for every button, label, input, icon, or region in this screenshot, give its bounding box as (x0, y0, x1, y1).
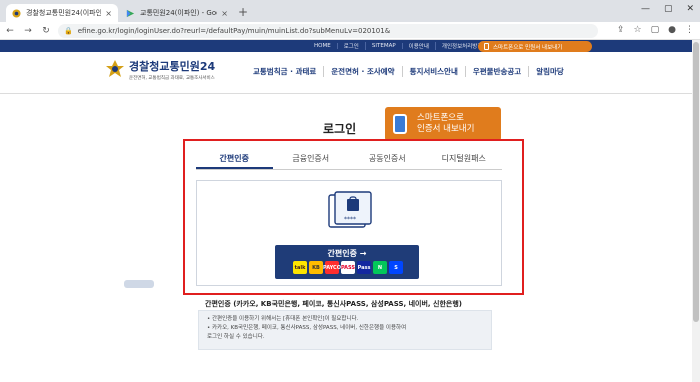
tab-simple-auth[interactable]: 간편인증 (196, 152, 273, 169)
login-method-tabs: 간편인증 금융인증서 공동인증서 디지털원패스 (196, 152, 502, 170)
tab-financial-cert[interactable]: 금융인증서 (273, 152, 350, 169)
nav-notification[interactable]: 통지서비스안내 (401, 66, 465, 77)
smartphone-export-banner[interactable]: 스마트폰으로 인증서 내보내기 (385, 107, 501, 141)
lock-icon[interactable]: 🔒 (64, 27, 73, 35)
site-logo[interactable]: 경찰청교통민원24 운전면허, 교통범칙금 과태료, 교통조사서비스 (105, 58, 215, 81)
url-text: efine.go.kr/login/loginUser.do?reurl=/de… (77, 27, 391, 35)
util-smartphone-export-button[interactable]: 스마트폰으로 민원서 내보내기 (478, 41, 592, 52)
share-icon[interactable]: ⇪ (617, 25, 625, 35)
reload-icon[interactable]: ↻ (38, 26, 54, 36)
page-title: 로그인 (323, 122, 357, 136)
util-link-login[interactable]: 로그인 (338, 42, 366, 50)
tab-title: 교통민원24(이파인) - Google 화... (140, 9, 217, 17)
info-box: • 간편인증을 이용하기 위해서는 [휴대폰 본인확인]이 필요합니다. • 카… (198, 310, 492, 350)
new-tab-button[interactable]: + (238, 5, 248, 19)
info-line: • 간편인증을 이용하기 위해서는 [휴대폰 본인확인]이 필요합니다. (207, 316, 359, 322)
back-icon[interactable]: ← (2, 26, 18, 36)
logo-text: 경찰청교통민원24 (129, 60, 216, 73)
simple-auth-button-label: 간편인증 → (327, 249, 367, 258)
naver-logo-icon: N (373, 261, 387, 274)
info-line: • 카카오, KB국민은행, 페이코, 통신사PASS, 삼성PASS, 네이버… (207, 325, 407, 331)
police-emblem-icon (106, 59, 124, 77)
util-link-guide[interactable]: 이용안내 (403, 42, 436, 50)
nav-returned-mail[interactable]: 우편물반송공고 (464, 66, 528, 77)
logo-subtext: 운전면허, 교통범칙금 과태료, 교통조사서비스 (129, 76, 215, 81)
promo-text: 스마트폰으로 인증서 내보내기 (417, 113, 475, 134)
close-tab-icon[interactable]: × (221, 9, 228, 18)
info-line: 로그인 하실 수 있습니다. (207, 334, 265, 340)
svg-text:****: **** (344, 216, 356, 223)
payco-logo-icon: PAYCO (323, 261, 341, 274)
simple-auth-panel: **** 간편인증 → talk KB PAYCO PASS Pass N S (196, 180, 502, 286)
site-header: 경찰청교통민원24 운전면허, 교통범칙금 과태료, 교통조사서비스 교통범칙금… (0, 52, 700, 94)
nav-notice[interactable]: 알림마당 (528, 66, 571, 77)
close-window-button[interactable]: ✕ (686, 4, 694, 14)
auth-provider-logos: talk KB PAYCO PASS Pass N S (293, 261, 403, 274)
profile-icon[interactable]: ● (668, 25, 676, 35)
samsung-logo-icon: Pass (357, 261, 371, 274)
smartphone-icon (393, 114, 407, 134)
address-bar[interactable]: 🔒 efine.go.kr/login/loginUser.do?reurl=/… (58, 24, 598, 38)
play-favicon-icon (126, 9, 135, 17)
info-title: 간편인증 (카카오, KB국민은행, 페이코, 통신사PASS, 삼성PASS,… (205, 300, 462, 308)
extensions-icon[interactable]: ▢ (651, 25, 660, 35)
police-favicon-icon (12, 8, 21, 18)
pass-logo-icon: PASS (341, 261, 355, 274)
main-content: 로그인 스마트폰으로 인증서 내보내기 간편인증 금융인증서 공동인증서 디지털… (0, 94, 700, 382)
site-utility-bar: HOME 로그인 SITEMAP 이용안내 개인정보처리방침 스마트폰으로 민원… (0, 40, 700, 52)
certificate-document-icon: **** (328, 191, 372, 228)
shinhan-logo-icon: S (389, 261, 403, 274)
browser-tab-active[interactable]: 경찰청교통민원24(이파인) × (6, 4, 118, 22)
kakao-logo-icon: talk (293, 261, 307, 274)
minimize-button[interactable]: — (641, 4, 650, 14)
util-link-home[interactable]: HOME (308, 43, 338, 49)
toolbar-actions: ⇪ ☆ ▢ ● ⋮ (617, 25, 694, 35)
menu-icon[interactable]: ⋮ (685, 25, 694, 35)
browser-toolbar: ← → ↻ 🔒 efine.go.kr/login/loginUser.do?r… (0, 22, 700, 40)
close-tab-icon[interactable]: × (105, 9, 112, 18)
nav-license[interactable]: 운전면허 · 조사예약 (323, 66, 401, 77)
simple-auth-button[interactable]: 간편인증 → talk KB PAYCO PASS Pass N S (275, 245, 419, 279)
main-nav: 교통범칙금 · 과태료 운전면허 · 조사예약 통지서비스안내 우편물반송공고 … (246, 66, 571, 77)
page-scrollbar[interactable] (692, 40, 700, 382)
browser-tabstrip: 경찰청교통민원24(이파인) × 교통민원24(이파인) - Google 화.… (0, 0, 700, 22)
nav-fines[interactable]: 교통범칙금 · 과태료 (246, 66, 323, 77)
kb-logo-icon: KB (309, 261, 323, 274)
scrollbar-thumb[interactable] (693, 42, 699, 322)
bookmark-star-icon[interactable]: ☆ (634, 25, 642, 35)
tab-title: 경찰청교통민원24(이파인) (26, 9, 102, 17)
maximize-button[interactable]: ▢ (664, 4, 673, 14)
util-link-sitemap[interactable]: SITEMAP (366, 43, 403, 49)
phone-icon (484, 43, 489, 50)
tab-digital-onepass[interactable]: 디지털원패스 (426, 152, 503, 169)
util-cta-label: 스마트폰으로 민원서 내보내기 (493, 44, 563, 51)
bottom-partial-element (124, 280, 154, 288)
window-controls: — ▢ ✕ (641, 4, 694, 14)
forward-icon[interactable]: → (20, 26, 36, 36)
browser-tab-inactive[interactable]: 교통민원24(이파인) - Google 화... × (120, 4, 234, 22)
tab-joint-cert[interactable]: 공동인증서 (349, 152, 426, 169)
